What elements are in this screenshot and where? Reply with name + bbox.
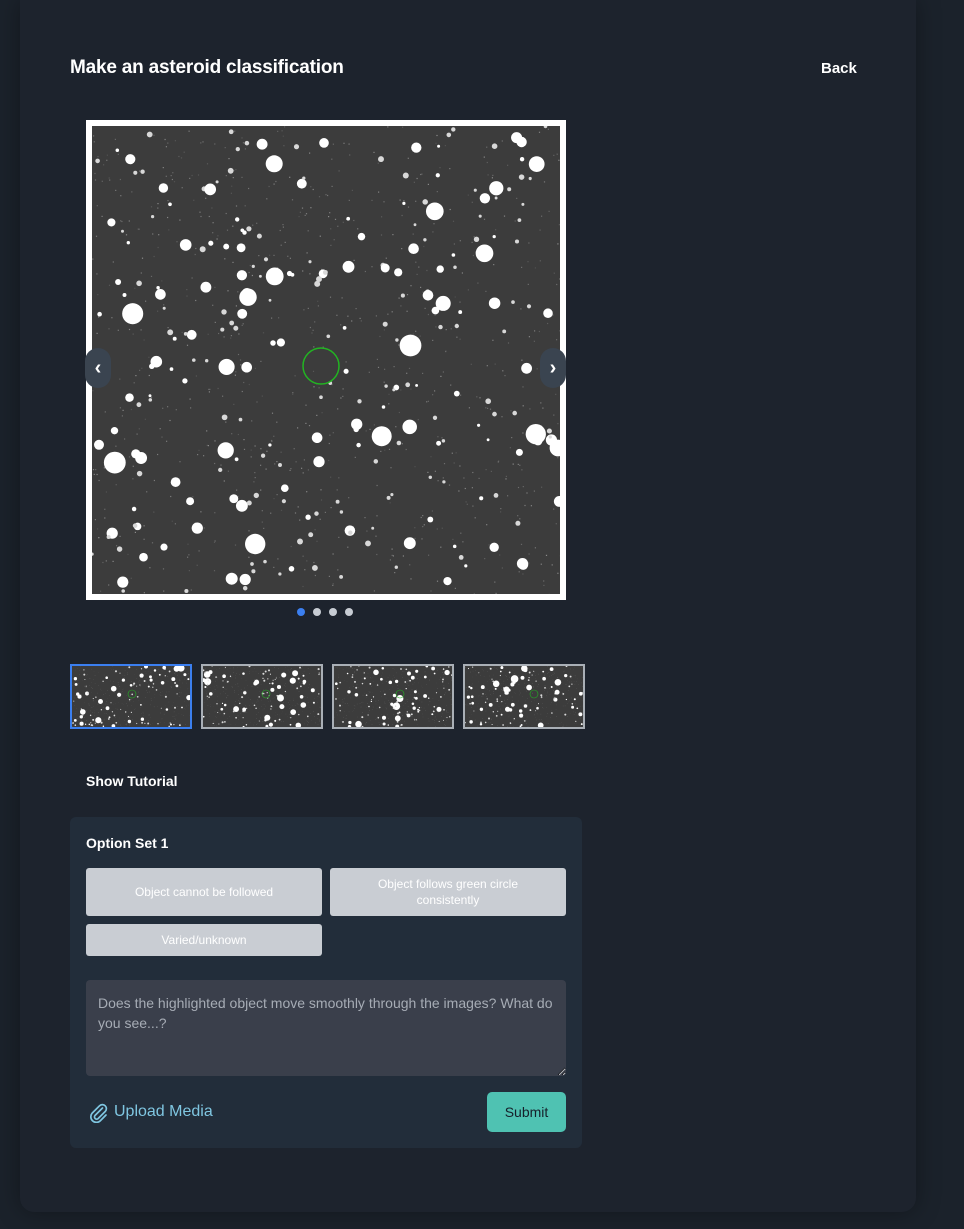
upload-media-button[interactable]: Upload Media <box>88 1101 213 1123</box>
option-cannot-follow-button[interactable]: Object cannot be followed <box>86 868 322 916</box>
option-varied-unknown-button[interactable]: Varied/unknown <box>86 924 322 956</box>
carousel-dot-3[interactable] <box>329 608 337 616</box>
page-title: Make an asteroid classification <box>70 57 344 78</box>
thumbnail-4[interactable] <box>463 664 585 729</box>
thumbnail-image <box>465 666 583 727</box>
thumbnail-2[interactable] <box>201 664 323 729</box>
back-button[interactable]: Back <box>821 60 857 77</box>
comment-textarea[interactable] <box>86 980 566 1076</box>
thumbnail-image <box>334 666 452 727</box>
image-viewer <box>86 120 566 600</box>
carousel-next-button[interactable]: › <box>540 348 566 388</box>
show-tutorial-button[interactable]: Show Tutorial <box>86 773 178 789</box>
carousel-dot-4[interactable] <box>345 608 353 616</box>
carousel-dot-1[interactable] <box>297 608 305 616</box>
option-set-panel: Option Set 1 Object cannot be followed O… <box>70 817 582 1148</box>
asteroid-image <box>92 126 560 594</box>
option-follows-circle-button[interactable]: Object follows green circle consistently <box>330 868 566 916</box>
thumbnail-image <box>72 666 190 727</box>
thumbnail-image <box>203 666 321 727</box>
paperclip-icon <box>89 1103 108 1123</box>
thumbnail-1[interactable] <box>70 664 192 729</box>
upload-media-label: Upload Media <box>114 1103 213 1120</box>
thumbnail-3[interactable] <box>332 664 454 729</box>
carousel-dot-2[interactable] <box>313 608 321 616</box>
submit-button[interactable]: Submit <box>487 1092 566 1132</box>
option-set-title: Option Set 1 <box>86 835 169 851</box>
thumbnail-strip <box>70 664 585 729</box>
carousel-prev-button[interactable]: ‹ <box>85 348 111 388</box>
carousel-dots <box>297 608 353 616</box>
